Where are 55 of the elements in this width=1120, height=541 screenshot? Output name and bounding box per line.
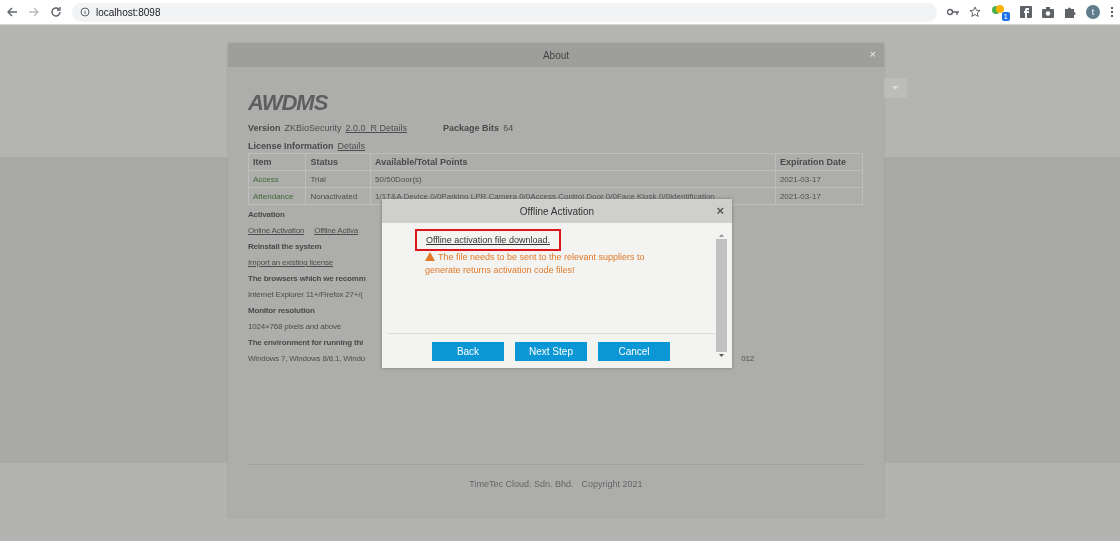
link[interactable]: Offline Activa [314,223,358,239]
info-text: Internet Explorer 11+/Firefox 27+/( [248,289,363,301]
section-heading: Activation [248,209,285,221]
square-icon[interactable] [1020,6,1032,18]
info-text: 012 [741,353,754,365]
info-icon[interactable] [80,7,90,17]
camera-icon[interactable] [1042,6,1054,18]
section-heading: Monitor resolution [248,305,315,317]
column-header: Available/Total Points [370,153,776,171]
info-text: Windows 7, Windows 8/8.1, Windo [248,353,365,365]
section-heading: The environment for running thi [248,337,364,349]
dialog-button[interactable]: Back [432,341,504,361]
avatar[interactable]: t [1086,5,1100,19]
link[interactable]: Import an existing license [248,255,334,271]
puzzle-icon[interactable] [1064,6,1076,18]
dialog-title: About [542,49,570,61]
dialog-button[interactable]: Cancel [598,341,670,361]
star-icon[interactable] [969,6,981,18]
table-cell: Access [248,170,306,188]
back-icon[interactable] [6,6,18,18]
column-header: Item [248,153,306,171]
field-value: ZKBioSecurity [284,123,342,133]
key-icon[interactable] [947,8,959,16]
table-cell: Nonactivated [305,187,371,205]
footer-text: TimeTec Cloud. Sdn. Bhd. [469,479,574,489]
field-label: Package Bits [443,123,500,133]
link[interactable]: Online Activation [248,223,305,239]
scrollbar[interactable] [715,231,727,360]
column-header: Expiration Date [775,153,863,171]
details-link[interactable]: 2.0.0_R Details [345,123,408,133]
field-value: 64 [503,123,514,133]
section-heading: Reinstall the system [248,241,322,253]
table-cell: 2021-03-17 [775,170,863,188]
section-heading: The browsers which we recomm [248,273,366,285]
field-label: Version [248,123,281,133]
address-bar[interactable]: localhost:8098 [72,2,937,22]
table-cell: Trial [305,170,371,188]
menu-icon[interactable] [1110,6,1114,18]
details-link[interactable]: Details [337,141,366,151]
close-icon[interactable]: × [716,203,724,218]
table-cell: Attendance [248,187,306,205]
table-cell: 50/50Door(s) [370,170,776,188]
dialog-button[interactable]: Next Step [515,341,587,361]
dialog-title: Offline Activation [519,205,595,217]
warning-text: The file needs to be sent to the relevant suppliers to generate returns activation code files! [425,251,646,277]
field-label: License Information [248,141,334,151]
info-text: 1024×768 pixels and above [248,321,342,333]
reload-icon[interactable] [50,6,62,18]
column-header: Status [305,153,371,171]
download-link[interactable]: Offline activation file download. [415,229,561,251]
warning-icon [425,252,435,261]
close-icon[interactable]: × [869,48,876,60]
logo: AWDMS [248,91,328,115]
footer-text: Copyright 2021 [581,479,643,489]
table-cell: 2021-03-17 [775,187,863,205]
